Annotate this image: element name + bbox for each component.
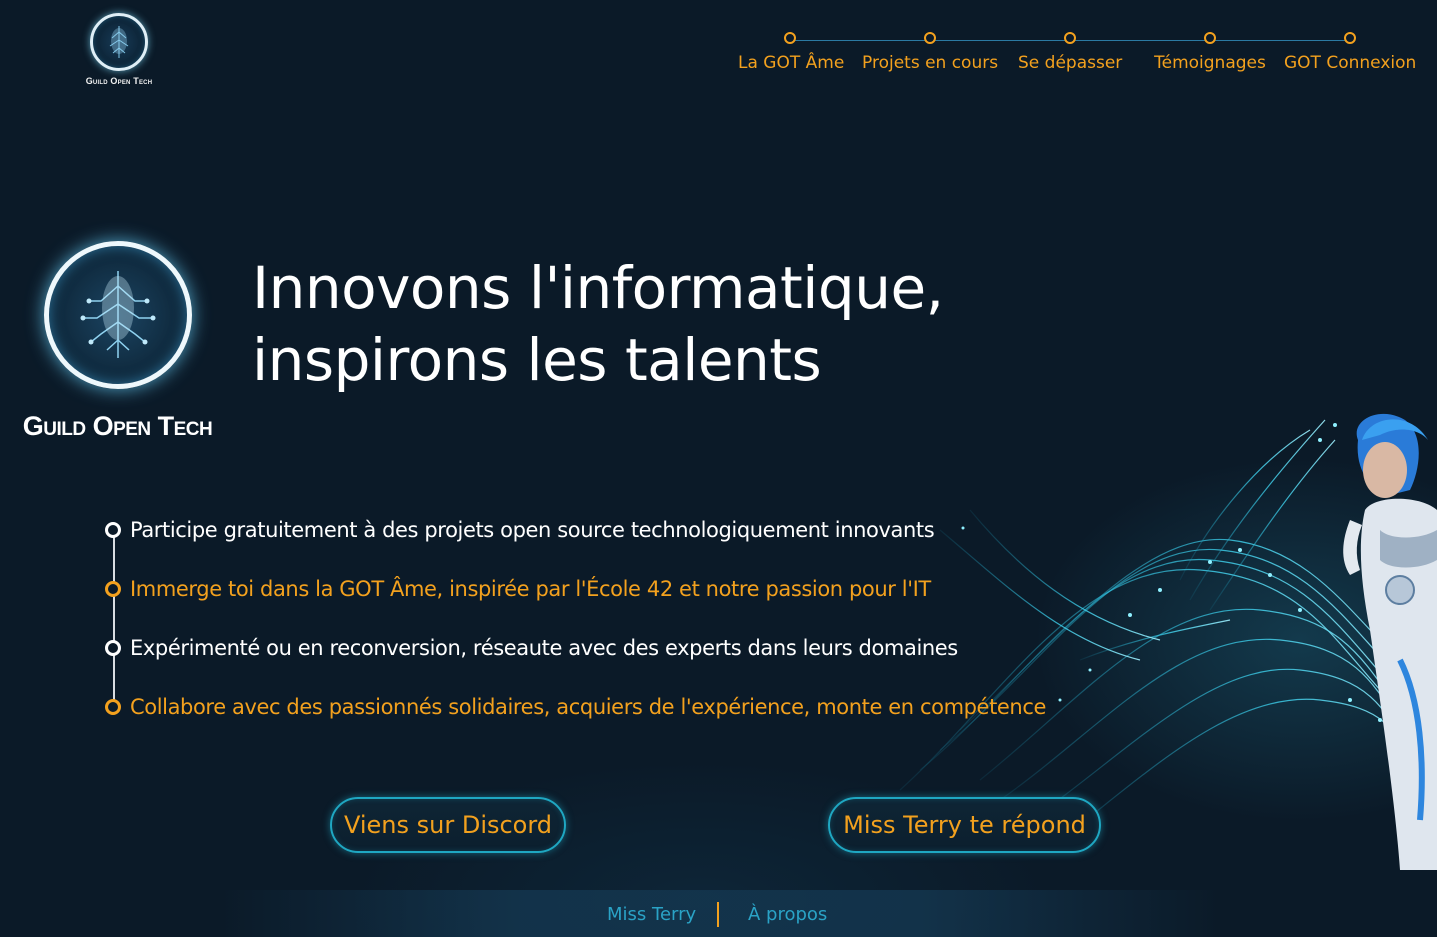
hero-logo: Guild Open Tech	[20, 238, 220, 448]
nav-label: Témoignages	[1154, 53, 1266, 73]
nav-item-temoignages[interactable]: Témoignages	[1153, 32, 1267, 73]
hero-title-line: inspirons les talents	[252, 326, 822, 394]
nav-label: GOT Connexion	[1284, 53, 1417, 73]
nav-item-got-connexion[interactable]: GOT Connexion	[1284, 32, 1416, 73]
circle-node-icon	[105, 581, 121, 597]
feature-item: Participe gratuitement à des projets ope…	[105, 518, 935, 542]
circuit-tree-icon	[90, 13, 148, 71]
footer-bar	[220, 890, 1220, 937]
circle-node-icon	[105, 640, 121, 656]
circle-node-icon	[784, 32, 796, 44]
nav-item-projets[interactable]: Projets en cours	[862, 32, 998, 73]
footer-link-miss-terry[interactable]: Miss Terry	[607, 904, 696, 925]
nav-label: Projets en cours	[862, 53, 999, 73]
circuit-tree-icon	[44, 241, 192, 389]
circle-node-icon	[1064, 32, 1076, 44]
circle-node-icon	[924, 32, 936, 44]
nav-item-got-ame[interactable]: La GOT Âme	[738, 32, 845, 73]
feature-item: Expérimenté ou en reconversion, réseaute…	[105, 636, 958, 660]
circle-node-icon	[1204, 32, 1216, 44]
feature-text: Collabore avec des passionnés solidaires…	[130, 695, 1047, 719]
nav-label: Se dépasser	[1018, 53, 1123, 73]
feature-text: Expérimenté ou en reconversion, réseaute…	[130, 636, 958, 660]
circle-node-icon	[1344, 32, 1356, 44]
hero-title-line: Innovons l'informatique,	[252, 254, 944, 322]
hero-brand-name: Guild Open Tech	[22, 411, 213, 441]
feature-timeline-line	[113, 530, 115, 707]
header-logo[interactable]: Guild Open Tech	[80, 13, 158, 93]
nav-label: La GOT Âme	[738, 53, 845, 73]
footer-link-a-propos[interactable]: À propos	[748, 904, 827, 925]
feature-text: Immerge toi dans la GOT Âme, inspirée pa…	[130, 577, 931, 601]
header-brand-name: Guild Open Tech	[85, 76, 153, 86]
feature-item: Collabore avec des passionnés solidaires…	[105, 695, 1046, 719]
discord-button[interactable]: Viens sur Discord	[330, 797, 566, 853]
feature-item: Immerge toi dans la GOT Âme, inspirée pa…	[105, 577, 931, 601]
nav-item-se-depasser[interactable]: Se dépasser	[1018, 32, 1122, 73]
circle-node-icon	[105, 522, 121, 538]
feature-text: Participe gratuitement à des projets ope…	[130, 518, 935, 542]
miss-terry-button[interactable]: Miss Terry te répond	[828, 797, 1101, 853]
circle-node-icon	[105, 699, 121, 715]
hero-title: Innovons l'informatique, inspirons les t…	[252, 252, 944, 396]
footer-separator	[717, 902, 719, 927]
